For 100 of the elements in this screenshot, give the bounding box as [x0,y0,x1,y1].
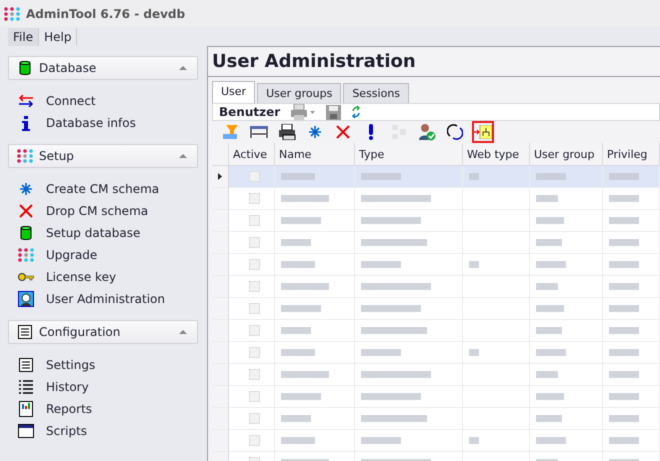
checkbox[interactable] [249,325,260,336]
collapse-icon[interactable] [179,66,187,70]
filter-icon [222,124,240,140]
blurred-text [536,239,562,246]
blurred-text [609,195,639,202]
checkbox[interactable] [249,193,260,204]
group-header[interactable]: Setup [8,144,198,168]
tool-button[interactable] [444,121,466,143]
dots-icon [18,247,34,263]
blurred-text [281,327,311,334]
delete-icon [336,125,350,139]
blurred-text [536,393,564,400]
blurred-text [536,415,562,422]
tool-button[interactable] [416,121,438,143]
blurred-text [281,437,315,444]
column-header[interactable]: User group [530,143,603,166]
refresh-icon [447,124,463,140]
menu-item[interactable]: File [8,28,40,46]
column-header[interactable]: Name [275,143,355,166]
checkbox[interactable] [249,413,260,424]
checkbox[interactable] [249,303,260,314]
nav-item[interactable]: Database infos [8,112,198,134]
nav-item[interactable]: License key [8,266,198,288]
cylinder-icon [20,225,32,241]
tab[interactable]: User groups [257,83,342,103]
blurred-text [609,239,639,246]
collapse-icon[interactable] [179,330,187,334]
refresh-icon[interactable] [351,105,362,119]
checkbox[interactable] [249,281,260,292]
blurred-text [281,393,321,400]
nav-item[interactable]: Drop CM schema [8,200,198,222]
blurred-text [536,305,564,312]
checkbox[interactable] [249,215,260,226]
group-dots-icon [17,148,33,164]
highlighted-tool-button[interactable] [472,121,494,143]
blurred-text [609,437,639,444]
checkbox[interactable] [249,171,260,182]
nav-item[interactable]: User Administration [8,288,198,310]
nav-item[interactable]: Create CM schema [8,178,198,200]
blurred-text [609,173,639,180]
blurred-text [536,195,558,202]
blurred-text [281,305,321,312]
column-header[interactable]: Type [355,143,463,166]
nav-item[interactable]: Connect [8,90,198,112]
list-icon [19,380,33,394]
save-icon[interactable] [326,104,342,120]
tab[interactable]: User [212,81,256,103]
blurred-text [536,327,562,334]
blurred-text [536,261,566,268]
blurred-text [536,173,566,180]
checkbox[interactable] [249,259,260,270]
blurred-text [361,415,427,422]
blurred-text [361,349,401,356]
nav-item[interactable]: Setup database [8,222,198,244]
tool-button[interactable] [276,121,298,143]
collapse-icon[interactable] [179,154,187,158]
group-header[interactable]: Configuration [8,320,198,344]
checkbox[interactable] [249,435,260,446]
hierarchy-icon [474,125,492,139]
checkbox[interactable] [249,391,260,402]
panel-title: User Administration [208,47,660,77]
group-header[interactable]: Database [8,56,198,80]
blurred-text [609,217,639,224]
blurred-text [536,217,564,224]
blurred-text [536,349,566,356]
blurred-text [609,349,639,356]
group-cylinder-icon [19,60,31,76]
group-title: Configuration [39,325,122,339]
blurred-text [281,415,311,422]
checkbox[interactable] [249,369,260,380]
blurred-text [281,349,315,356]
menu-item[interactable]: Help [39,28,78,46]
column-header[interactable]: Active [229,143,275,166]
blurred-text [609,305,639,312]
blurred-text [469,349,479,356]
window-title: AdminTool 6.76 - devdb [26,6,186,20]
nav-item[interactable]: History [8,376,198,398]
blurred-text [281,261,315,268]
nav-item[interactable]: Upgrade [8,244,198,266]
blurred-text [361,217,421,224]
blurred-text [609,371,639,378]
nav-item[interactable]: Settings [8,354,198,376]
column-header[interactable]: Privileg [603,143,660,166]
blurred-text [536,437,566,444]
blurred-text [281,283,329,290]
blurred-text [361,261,401,268]
blurred-text [361,437,401,444]
report-icon [19,401,33,417]
nav-item[interactable]: Scripts [8,420,198,442]
blurred-text [361,239,427,246]
blurred-text [361,283,431,290]
blurred-text [609,393,639,400]
checkbox[interactable] [249,237,260,248]
nav-item[interactable]: Reports [8,398,198,420]
checkbox[interactable] [249,347,260,358]
tab[interactable]: Sessions [343,83,410,103]
column-header[interactable]: Web type [463,143,530,166]
blurred-text [609,261,639,268]
info-icon [22,116,30,130]
blurred-text [536,371,558,378]
